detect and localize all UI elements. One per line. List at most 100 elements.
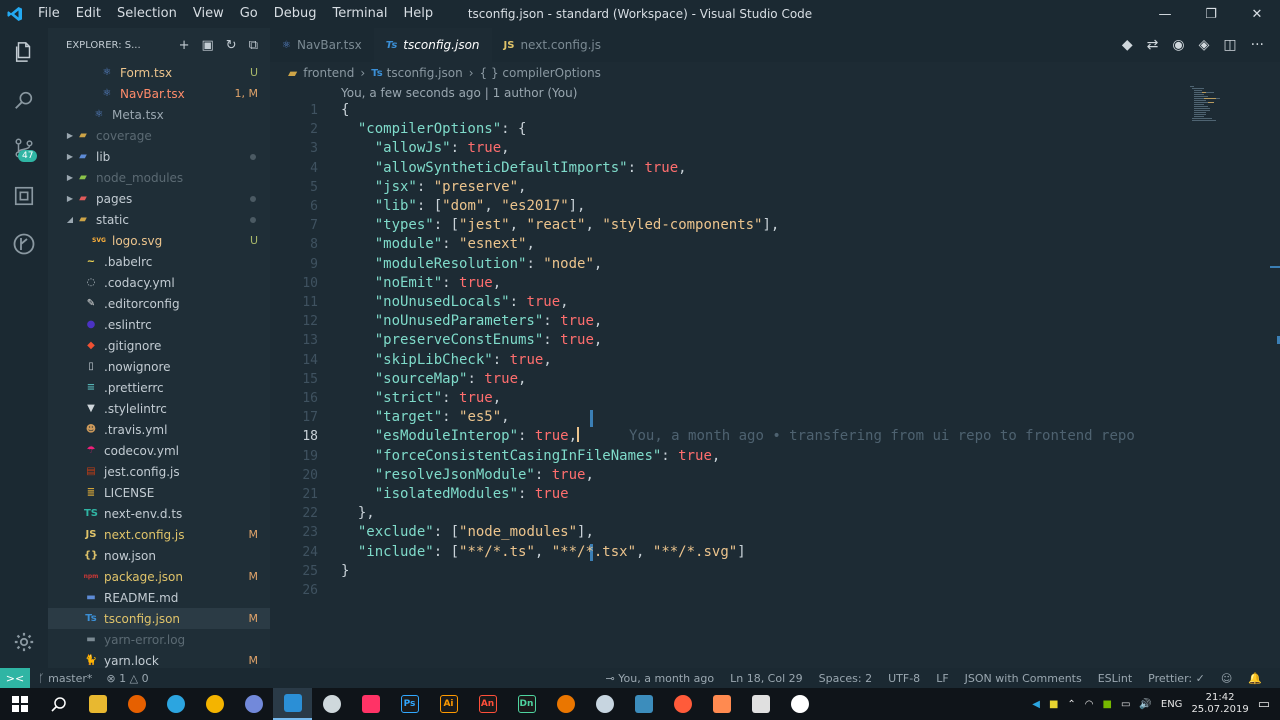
tree-item-static[interactable]: ◢ ▰ static (48, 209, 270, 230)
code-line[interactable]: "include": ["**/*.ts", "**/*.tsx", "**/*… (341, 543, 746, 562)
prettier-status[interactable]: Prettier: ✓ (1148, 672, 1205, 685)
photos-icon[interactable] (741, 688, 780, 720)
open-changes-icon[interactable]: ⇄ (1147, 37, 1159, 53)
tree-item-meta-tsx[interactable]: ⚛ Meta.tsx (48, 104, 270, 125)
windows-start-icon[interactable] (0, 688, 39, 720)
telegram-icon[interactable] (156, 688, 195, 720)
code-line[interactable]: "skipLibCheck": true, (341, 351, 552, 370)
code-line[interactable]: "forceConsistentCasingInFileNames": true… (341, 447, 721, 466)
git-compare-icon[interactable]: ◆ (1122, 37, 1133, 53)
tray-app-icon[interactable]: ■ (1049, 699, 1058, 710)
tree-item-yarn-lock[interactable]: 🐈 yarn.lock M (48, 650, 270, 668)
toggle-blame-icon[interactable]: ◉ (1172, 37, 1184, 53)
language-mode[interactable]: JSON with Comments (965, 672, 1082, 685)
code-line[interactable]: "preserveConstEnums": true, (341, 331, 603, 350)
volume-icon[interactable]: 🔊 (1139, 699, 1151, 710)
problems-status[interactable]: ⊗ 1 △ 0 (106, 672, 148, 685)
extensions-icon[interactable] (0, 172, 48, 220)
refresh-icon[interactable]: ↻ (226, 38, 237, 53)
menu-view[interactable]: View (185, 0, 232, 28)
more-actions-icon[interactable]: ··· (1251, 37, 1264, 53)
code-line[interactable]: "noUnusedParameters": true, (341, 312, 603, 331)
code-line[interactable]: }, (341, 504, 375, 523)
code-line[interactable]: "strict": true, (341, 389, 501, 408)
tree-item--prettierrc[interactable]: ≡ .prettierrc (48, 377, 270, 398)
bitwarden-icon[interactable] (624, 688, 663, 720)
obs-icon[interactable] (312, 688, 351, 720)
search-icon[interactable] (0, 76, 48, 124)
tree-item-now-json[interactable]: {} now.json (48, 545, 270, 566)
tree-item-lib[interactable]: ▶ ▰ lib (48, 146, 270, 167)
maximize-icon[interactable]: ❐ (1188, 0, 1234, 28)
indentation[interactable]: Spaces: 2 (819, 672, 872, 685)
tree-item-logo-svg[interactable]: SVG logo.svg U (48, 230, 270, 251)
photoshop-icon[interactable]: Ps (390, 688, 429, 720)
tray-up-arrow-icon[interactable]: ⌃ (1067, 699, 1075, 710)
code-line[interactable]: "jsx": "preserve", (341, 178, 527, 197)
menu-go[interactable]: Go (232, 0, 266, 28)
encoding[interactable]: UTF-8 (888, 672, 920, 685)
illustrator-icon[interactable]: Ai (429, 688, 468, 720)
code-line[interactable]: "resolveJsonModule": true, (341, 466, 594, 485)
code-line[interactable]: } (341, 562, 349, 581)
github-icon[interactable] (780, 688, 819, 720)
menu-debug[interactable]: Debug (266, 0, 325, 28)
action-center-icon[interactable]: ▭ (1258, 697, 1270, 712)
code-line[interactable]: "sourceMap": true, (341, 370, 527, 389)
close-icon[interactable]: ✕ (1234, 0, 1280, 28)
end-of-line[interactable]: LF (936, 672, 948, 685)
clock[interactable]: 21:42 25.07.2019 (1191, 692, 1248, 716)
tree-item-license[interactable]: ≣ LICENSE (48, 482, 270, 503)
tree-item--babelrc[interactable]: ~ .babelrc (48, 251, 270, 272)
tree-item--stylelintrc[interactable]: ▼ .stylelintrc (48, 398, 270, 419)
tree-item-coverage[interactable]: ▶ ▰ coverage (48, 125, 270, 146)
code-line[interactable]: "exclude": ["node_modules"], (341, 523, 594, 542)
menu-edit[interactable]: Edit (68, 0, 109, 28)
tree-item-node-modules[interactable]: ▶ ▰ node_modules (48, 167, 270, 188)
tree-item-readme-md[interactable]: ▬ README.md (48, 587, 270, 608)
breadcrumb-folder[interactable]: frontend (303, 66, 354, 80)
tree-item--codacy-yml[interactable]: ◌ .codacy.yml (48, 272, 270, 293)
file-explorer-icon[interactable] (78, 688, 117, 720)
eslint-status[interactable]: ESLint (1098, 672, 1132, 685)
remote-icon[interactable]: >< (0, 668, 30, 688)
minimap[interactable] (1188, 84, 1228, 124)
branch-status[interactable]: ᚴ master* (38, 672, 92, 685)
code-line[interactable]: "allowSyntheticDefaultImports": true, (341, 159, 687, 178)
cursor-position[interactable]: Ln 18, Col 29 (730, 672, 803, 685)
tree-item--gitignore[interactable]: ◆ .gitignore (48, 335, 270, 356)
breadcrumb-symbol[interactable]: { } compilerOptions (480, 66, 601, 80)
code-line[interactable]: "isolatedModules": true (341, 485, 569, 504)
tree-item-next-config-js[interactable]: JS next.config.js M (48, 524, 270, 545)
collapse-all-icon[interactable]: ⧉ (249, 38, 258, 53)
tree-item--nowignore[interactable]: ▯ .nowignore (48, 356, 270, 377)
code-editor[interactable]: You, a few seconds ago | 1 author (You) … (270, 84, 1280, 668)
menu-help[interactable]: Help (395, 0, 441, 28)
blender-icon[interactable] (546, 688, 585, 720)
menu-terminal[interactable]: Terminal (325, 0, 396, 28)
explorer-icon[interactable] (0, 28, 48, 76)
code-line[interactable]: "esModuleInterop": true, You, a month ago… (341, 427, 1135, 446)
new-folder-icon[interactable]: ▣ (202, 38, 214, 53)
code-line[interactable]: "target": "es5", (341, 408, 510, 427)
chrome-icon[interactable] (195, 688, 234, 720)
wifi-icon[interactable]: ◠ (1085, 699, 1094, 710)
dimension-icon[interactable]: Dn (507, 688, 546, 720)
app-active-icon[interactable] (702, 688, 741, 720)
tree-item-navbar-tsx[interactable]: ⚛ NavBar.tsx 1, M (48, 83, 270, 104)
tab-next-config-js[interactable]: JS next.config.js (492, 28, 613, 62)
code-line[interactable]: "lib": ["dom", "es2017"], (341, 197, 586, 216)
vscode-icon[interactable] (273, 688, 312, 720)
tree-item-package-json[interactable]: npm package.json M (48, 566, 270, 587)
notifications-bell-icon[interactable]: 🔔 (1248, 672, 1262, 685)
code-line[interactable]: "types": ["jest", "react", "styled-compo… (341, 216, 780, 235)
discord-icon[interactable] (234, 688, 273, 720)
app-icon[interactable] (351, 688, 390, 720)
code-line[interactable]: "module": "esnext", (341, 235, 535, 254)
code-line[interactable]: "compilerOptions": { (341, 120, 527, 139)
split-editor-icon[interactable]: ◫ (1223, 37, 1236, 53)
nvidia-icon[interactable]: ■ (1103, 699, 1112, 710)
minimize-icon[interactable]: — (1142, 0, 1188, 28)
menu-selection[interactable]: Selection (109, 0, 185, 28)
taskbar-search-icon[interactable] (39, 688, 78, 720)
